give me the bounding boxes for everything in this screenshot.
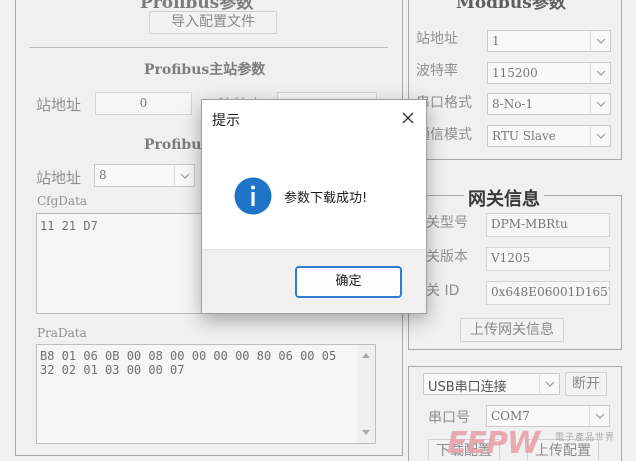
modbus-baud-label: 波特率 — [416, 63, 458, 79]
connection-type-value: USB串口连接 — [428, 380, 507, 395]
chevron-down-icon — [590, 126, 610, 146]
port-select[interactable]: COM7 — [486, 405, 610, 427]
modbus-format-value: 8-No-1 — [492, 97, 534, 111]
info-icon — [234, 177, 272, 215]
divider — [29, 47, 388, 48]
port-value: COM7 — [491, 409, 530, 423]
gateway-model-field: DPM-MBRtu — [486, 213, 610, 237]
pradata-textarea[interactable]: B8 01 06 0B 00 08 00 00 00 00 80 06 00 0… — [36, 344, 376, 444]
connection-type-select[interactable]: USB串口连接 — [423, 373, 560, 395]
chevron-down-icon — [539, 374, 559, 394]
gateway-id-field: 0x648E06001D1657 — [486, 281, 610, 305]
master-station-label: 站地址 — [36, 96, 82, 114]
port-label: 串口号 — [428, 410, 470, 426]
master-station-field[interactable]: 0 — [95, 92, 192, 115]
modbus-mode-value: RTU Slave — [492, 129, 556, 143]
modbus-mode-select[interactable]: RTU Slave — [487, 125, 611, 147]
import-config-button[interactable]: 导入配置文件 — [149, 11, 277, 34]
modbus-format-select[interactable]: 8-No-1 — [487, 93, 611, 115]
chevron-down-icon — [590, 94, 610, 114]
close-icon[interactable] — [400, 110, 416, 126]
gateway-group-title: 网关信息 — [464, 185, 544, 211]
chevron-down-icon — [590, 31, 610, 51]
master-params-title: Profibus主站参数 — [144, 62, 266, 78]
chevron-down-icon — [589, 406, 609, 426]
modbus-baud-select[interactable]: 115200 — [487, 62, 611, 84]
cfgdata-label: CfgData — [37, 194, 88, 208]
scroll-down-icon[interactable] — [357, 425, 375, 441]
upload-gateway-info-button[interactable]: 上传网关信息 — [460, 318, 564, 342]
slave-station-value: 8 — [99, 168, 107, 182]
modbus-group-title: Modbus参数 — [456, 0, 566, 13]
modbus-station-value: 1 — [492, 34, 500, 48]
gateway-version-field: V1205 — [486, 247, 610, 271]
scroll-up-icon[interactable] — [357, 347, 375, 363]
dialog-title: 提示 — [212, 113, 240, 129]
pradata-scrollbar[interactable] — [357, 345, 375, 443]
slave-station-select[interactable]: 8 — [94, 164, 195, 187]
eepw-watermark-tagline: 電子產品世界 — [555, 433, 616, 443]
slave-station-label: 站地址 — [36, 169, 82, 187]
modbus-station-select[interactable]: 1 — [487, 30, 611, 52]
disconnect-button[interactable]: 断开 — [565, 372, 607, 396]
message-dialog: 提示 参数下载成功! 确定 — [201, 99, 427, 314]
dialog-footer: 确定 — [202, 249, 426, 313]
eepw-watermark-logo: EEPW — [447, 426, 540, 461]
slave-params-title: Profibus — [144, 137, 210, 153]
modbus-baud-value: 115200 — [492, 66, 538, 80]
modbus-station-label: 站地址 — [416, 31, 458, 47]
ok-button[interactable]: 确定 — [295, 266, 402, 298]
chevron-down-icon — [174, 165, 194, 186]
dialog-body: 参数下载成功! — [202, 140, 426, 249]
pradata-label: PraData — [37, 326, 87, 340]
chevron-down-icon — [590, 63, 610, 83]
dialog-message: 参数下载成功! — [284, 191, 368, 206]
